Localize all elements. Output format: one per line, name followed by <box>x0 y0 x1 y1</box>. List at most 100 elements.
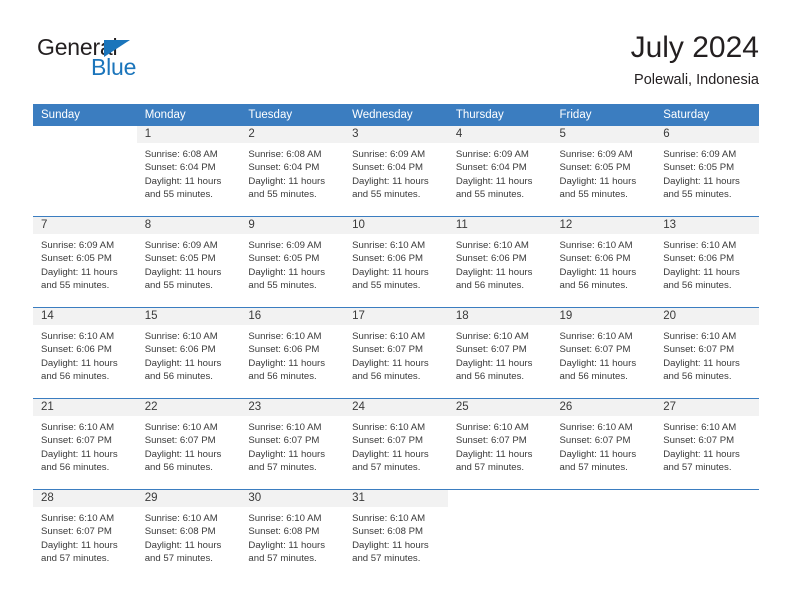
page-title: July 2024 <box>630 31 759 64</box>
day-detail-sunset: Sunset: 6:08 PM <box>144 526 216 538</box>
day-details: Sunrise: 6:10 AM Sunset: 6:07 PM Daylight:… <box>552 416 656 475</box>
day-number: 1 <box>136 126 241 143</box>
calendar-header-row: Sunday Monday Tuesday Wednesday Thursday… <box>33 104 759 126</box>
location-subtitle: Polewali, Indonesia <box>634 72 759 88</box>
day-cell-inner: 16 Sunrise: 6:10 AM Sunset: 6:06 PM Dayligh… <box>240 308 345 396</box>
day-cell-inner: 25 Sunrise: 6:10 AM Sunset: 6:07 PM Dayligh… <box>447 399 552 487</box>
day-details: Sunrise: 6:09 AM Sunset: 6:05 PM Daylight:… <box>33 234 137 293</box>
weekday-header-wednesday: Wednesday <box>344 104 448 126</box>
day-detail-daylight2: and 55 minutes. <box>144 280 213 292</box>
calendar-day-cell[interactable]: 28 Sunrise: 6:10 AM Sunset: 6:07 PM Dayligh… <box>33 489 137 580</box>
calendar-day-cell[interactable]: 26 Sunrise: 6:10 AM Sunset: 6:07 PM Dayligh… <box>551 398 656 490</box>
day-detail-sunset: Sunset: 6:07 PM <box>559 435 631 447</box>
calendar-week-row: 28 Sunrise: 6:10 AM Sunset: 6:07 PM Dayligh… <box>33 489 759 580</box>
calendar-day-cell[interactable]: 4 Sunrise: 6:09 AM Sunset: 6:04 PM Daylight… <box>447 126 552 217</box>
calendar-day-cell[interactable]: 6 Sunrise: 6:09 AM Sunset: 6:05 PM Daylight… <box>655 126 759 217</box>
calendar-body: 1 Sunrise: 6:08 AM Sunset: 6:04 PM Daylight… <box>33 126 759 580</box>
calendar-day-cell[interactable]: 27 Sunrise: 6:10 AM Sunset: 6:07 PM Dayligh… <box>655 398 759 490</box>
day-detail-daylight2: and 57 minutes. <box>663 462 732 474</box>
day-number: 12 <box>551 217 656 234</box>
day-detail-daylight1: Daylight: 11 hours <box>352 266 429 278</box>
day-number: 15 <box>136 308 241 325</box>
day-detail-sunset: Sunset: 6:07 PM <box>352 435 424 447</box>
day-detail-daylight1: Daylight: 11 hours <box>663 448 740 460</box>
day-detail-sunrise: Sunrise: 6:09 AM <box>352 149 426 160</box>
calendar-day-cell[interactable]: 21 Sunrise: 6:10 AM Sunset: 6:07 PM Dayligh… <box>33 398 137 490</box>
day-number: 22 <box>136 399 241 416</box>
calendar-day-cell[interactable]: 15 Sunrise: 6:10 AM Sunset: 6:06 PM Dayligh… <box>136 307 241 399</box>
day-number: 25 <box>447 399 552 416</box>
general-blue-logo[interactable]: General Blue <box>33 34 263 90</box>
day-detail-daylight2: and 56 minutes. <box>248 371 317 383</box>
calendar-day-cell[interactable]: 17 Sunrise: 6:10 AM Sunset: 6:07 PM Dayligh… <box>344 307 448 399</box>
day-detail-sunset: Sunset: 6:05 PM <box>663 162 735 174</box>
calendar-day-cell[interactable]: 30 Sunrise: 6:10 AM Sunset: 6:08 PM Dayligh… <box>240 489 345 580</box>
calendar-day-cell[interactable]: 24 Sunrise: 6:10 AM Sunset: 6:07 PM Dayligh… <box>344 398 448 490</box>
day-detail-sunset: Sunset: 6:06 PM <box>455 253 527 265</box>
calendar-day-cell[interactable]: 23 Sunrise: 6:10 AM Sunset: 6:07 PM Dayligh… <box>240 398 345 490</box>
day-cell-inner: 4 Sunrise: 6:09 AM Sunset: 6:04 PM Daylight… <box>447 126 552 214</box>
day-number: 3 <box>344 126 448 143</box>
day-number: 14 <box>33 308 137 325</box>
calendar-day-cell[interactable]: 19 Sunrise: 6:10 AM Sunset: 6:07 PM Dayligh… <box>551 307 656 399</box>
day-cell-inner: 14 Sunrise: 6:10 AM Sunset: 6:06 PM Dayligh… <box>33 308 137 396</box>
day-number: 8 <box>136 217 241 234</box>
calendar-day-cell[interactable]: 11 Sunrise: 6:10 AM Sunset: 6:06 PM Dayligh… <box>447 216 552 308</box>
day-detail-sunrise: Sunrise: 6:10 AM <box>559 331 633 342</box>
day-detail-daylight1: Daylight: 11 hours <box>144 266 222 278</box>
calendar-cell-empty <box>447 489 552 580</box>
day-detail-sunset: Sunset: 6:07 PM <box>455 344 527 356</box>
calendar-cell-empty <box>33 126 137 217</box>
day-detail-daylight2: and 56 minutes. <box>455 280 525 292</box>
calendar-day-cell[interactable]: 9 Sunrise: 6:09 AM Sunset: 6:05 PM Daylight… <box>240 216 345 308</box>
day-cell-inner: 18 Sunrise: 6:10 AM Sunset: 6:07 PM Dayligh… <box>447 308 552 396</box>
day-details: Sunrise: 6:09 AM Sunset: 6:05 PM Daylight:… <box>552 143 656 202</box>
day-detail-sunrise: Sunrise: 6:10 AM <box>144 331 218 342</box>
day-details: Sunrise: 6:09 AM Sunset: 6:04 PM Daylight:… <box>448 143 552 202</box>
day-details: Sunrise: 6:10 AM Sunset: 6:06 PM Daylight:… <box>344 234 448 293</box>
day-number: 20 <box>655 308 759 325</box>
day-detail-daylight1: Daylight: 11 hours <box>41 448 118 460</box>
calendar-day-cell[interactable]: 8 Sunrise: 6:09 AM Sunset: 6:05 PM Daylight… <box>136 216 241 308</box>
calendar-day-cell[interactable]: 29 Sunrise: 6:10 AM Sunset: 6:08 PM Dayligh… <box>136 489 241 580</box>
calendar-day-cell[interactable]: 13 Sunrise: 6:10 AM Sunset: 6:06 PM Dayligh… <box>655 216 759 308</box>
calendar-day-cell[interactable]: 3 Sunrise: 6:09 AM Sunset: 6:04 PM Daylight… <box>344 126 448 217</box>
day-detail-daylight1: Daylight: 11 hours <box>559 266 637 278</box>
day-details: Sunrise: 6:09 AM Sunset: 6:04 PM Daylight:… <box>344 143 448 202</box>
day-details: Sunrise: 6:09 AM Sunset: 6:05 PM Daylight:… <box>655 143 759 202</box>
day-details <box>448 507 552 512</box>
day-detail-sunrise: Sunrise: 6:10 AM <box>663 422 737 433</box>
day-detail-sunrise: Sunrise: 6:10 AM <box>455 240 529 251</box>
calendar-day-cell[interactable]: 20 Sunrise: 6:10 AM Sunset: 6:07 PM Dayligh… <box>655 307 759 399</box>
calendar-day-cell[interactable]: 14 Sunrise: 6:10 AM Sunset: 6:06 PM Dayligh… <box>33 307 137 399</box>
day-cell-inner: 1 Sunrise: 6:08 AM Sunset: 6:04 PM Daylight… <box>136 126 241 214</box>
weekday-header-sunday: Sunday <box>33 104 137 126</box>
title-block: July 2024 Polewali, Indonesia <box>631 30 759 90</box>
day-detail-sunrise: Sunrise: 6:09 AM <box>248 240 322 251</box>
day-detail-daylight2: and 57 minutes. <box>559 462 628 474</box>
day-detail-daylight2: and 56 minutes. <box>352 371 421 383</box>
calendar-day-cell[interactable]: 25 Sunrise: 6:10 AM Sunset: 6:07 PM Dayligh… <box>447 398 552 490</box>
calendar-day-cell[interactable]: 12 Sunrise: 6:10 AM Sunset: 6:06 PM Dayligh… <box>551 216 656 308</box>
day-detail-daylight1: Daylight: 11 hours <box>144 357 222 369</box>
calendar-day-cell[interactable]: 10 Sunrise: 6:10 AM Sunset: 6:06 PM Dayligh… <box>344 216 448 308</box>
calendar-day-cell[interactable]: 7 Sunrise: 6:09 AM Sunset: 6:05 PM Daylight… <box>33 216 137 308</box>
calendar-day-cell[interactable]: 2 Sunrise: 6:08 AM Sunset: 6:04 PM Daylight… <box>240 126 345 217</box>
day-detail-sunset: Sunset: 6:06 PM <box>352 253 424 265</box>
calendar-day-cell[interactable]: 31 Sunrise: 6:10 AM Sunset: 6:08 PM Dayligh… <box>344 489 448 580</box>
calendar-day-cell[interactable]: 22 Sunrise: 6:10 AM Sunset: 6:07 PM Dayligh… <box>136 398 241 490</box>
calendar-day-cell[interactable]: 5 Sunrise: 6:09 AM Sunset: 6:05 PM Daylight… <box>551 126 656 217</box>
day-detail-sunset: Sunset: 6:05 PM <box>144 253 216 265</box>
day-detail-sunset: Sunset: 6:07 PM <box>559 344 631 356</box>
day-cell-inner <box>552 490 656 578</box>
day-number: 30 <box>240 490 345 507</box>
day-details: Sunrise: 6:10 AM Sunset: 6:06 PM Daylight:… <box>33 325 137 384</box>
day-detail-daylight1: Daylight: 11 hours <box>248 266 326 278</box>
calendar-day-cell[interactable]: 1 Sunrise: 6:08 AM Sunset: 6:04 PM Daylight… <box>136 126 241 217</box>
day-detail-daylight1: Daylight: 11 hours <box>41 266 118 278</box>
day-cell-inner: 19 Sunrise: 6:10 AM Sunset: 6:07 PM Dayligh… <box>551 308 656 396</box>
day-detail-daylight1: Daylight: 11 hours <box>663 175 740 187</box>
day-cell-inner: 24 Sunrise: 6:10 AM Sunset: 6:07 PM Dayligh… <box>344 399 448 487</box>
calendar-day-cell[interactable]: 18 Sunrise: 6:10 AM Sunset: 6:07 PM Dayligh… <box>447 307 552 399</box>
calendar-day-cell[interactable]: 16 Sunrise: 6:10 AM Sunset: 6:06 PM Dayligh… <box>240 307 345 399</box>
